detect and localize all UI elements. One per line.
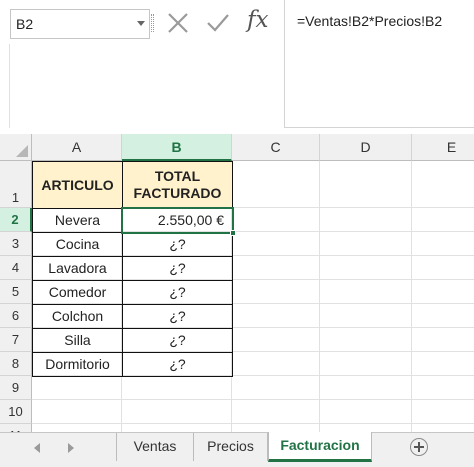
- grid-cell[interactable]: [122, 424, 232, 432]
- formula-bar-area: B2 fx =Ventas!B2*Precios!B2: [0, 0, 474, 134]
- grid-cell[interactable]: [320, 280, 412, 304]
- sheet-tab-facturacion[interactable]: Facturacion: [268, 432, 372, 462]
- sheet-tab-bar: Ventas Precios Facturacion: [0, 432, 474, 467]
- cell-total-facturado[interactable]: ¿?: [122, 280, 233, 305]
- formula-text: =Ventas!B2*Precios!B2: [297, 13, 443, 29]
- cell-articulo[interactable]: Lavadora: [32, 256, 123, 281]
- grid-cell[interactable]: [32, 424, 122, 432]
- grid-cell[interactable]: [412, 161, 474, 208]
- grid-cell[interactable]: [320, 256, 412, 280]
- row-header-3[interactable]: 3: [0, 232, 32, 256]
- grid-cell[interactable]: [412, 400, 474, 424]
- name-box[interactable]: B2: [10, 9, 150, 39]
- grid-cell[interactable]: [320, 208, 412, 232]
- header-total-line2: FACTURADO: [133, 185, 222, 201]
- grid-cell[interactable]: [320, 376, 412, 400]
- grid-cell[interactable]: [320, 424, 412, 432]
- grid-cell[interactable]: [320, 328, 412, 352]
- row-header-11[interactable]: 11: [0, 424, 32, 432]
- column-header-d[interactable]: D: [320, 134, 412, 161]
- header-cell-articulo[interactable]: ARTICULO: [32, 161, 123, 209]
- resize-grip-icon[interactable]: [151, 14, 154, 32]
- grid-cell[interactable]: [320, 400, 412, 424]
- column-header-c[interactable]: C: [232, 134, 320, 161]
- grid-cell[interactable]: [32, 376, 122, 400]
- left-margin-strip: [0, 44, 10, 128]
- formula-input[interactable]: =Ventas!B2*Precios!B2: [284, 0, 474, 128]
- grid-cell[interactable]: [232, 424, 320, 432]
- row-header-7[interactable]: 7: [0, 328, 32, 352]
- cell-articulo[interactable]: Nevera: [32, 208, 123, 233]
- grid-cell[interactable]: [320, 304, 412, 328]
- next-sheet-icon[interactable]: [68, 443, 74, 453]
- add-sheet-icon[interactable]: [410, 438, 428, 456]
- grid-cell[interactable]: [412, 280, 474, 304]
- cell-articulo[interactable]: Cocina: [32, 232, 123, 257]
- row-header-4[interactable]: 4: [0, 256, 32, 280]
- grid-cell[interactable]: [122, 400, 232, 424]
- select-all-triangle-icon: [16, 145, 28, 157]
- sheet-tab-precios[interactable]: Precios: [194, 433, 268, 461]
- grid-cell[interactable]: [232, 280, 320, 304]
- grid-cell[interactable]: [232, 161, 320, 208]
- row-header-1[interactable]: 1: [0, 161, 32, 208]
- select-all-button[interactable]: [0, 134, 32, 161]
- cell-articulo[interactable]: Dormitorio: [32, 352, 123, 377]
- grid-cell[interactable]: [412, 376, 474, 400]
- grid-cell[interactable]: [412, 208, 474, 232]
- grid-cell[interactable]: [232, 400, 320, 424]
- cell-articulo[interactable]: Colchon: [32, 304, 123, 329]
- grid-cell[interactable]: [232, 232, 320, 256]
- insert-function-icon[interactable]: fx: [242, 7, 276, 39]
- column-header-e[interactable]: E: [412, 134, 474, 161]
- grid-cell[interactable]: [412, 232, 474, 256]
- cell-total-facturado[interactable]: ¿?: [122, 328, 233, 353]
- grid-cell[interactable]: [232, 256, 320, 280]
- row-header-8[interactable]: 8: [0, 352, 32, 376]
- grid-cell[interactable]: [232, 328, 320, 352]
- cell-total-facturado[interactable]: ¿?: [122, 352, 233, 377]
- previous-sheet-icon[interactable]: [34, 443, 40, 453]
- cancel-icon[interactable]: [164, 9, 192, 37]
- name-box-dropdown-icon[interactable]: [137, 21, 145, 26]
- grid-cell[interactable]: [32, 400, 122, 424]
- grid-cell[interactable]: [412, 304, 474, 328]
- grid-cell[interactable]: [122, 376, 232, 400]
- row-header-9[interactable]: 9: [0, 376, 32, 400]
- cell-total-facturado[interactable]: ¿?: [122, 232, 233, 257]
- cell-articulo[interactable]: Comedor: [32, 280, 123, 305]
- header-cell-total-facturado[interactable]: TOTAL FACTURADO: [122, 161, 233, 209]
- name-box-value: B2: [16, 16, 34, 32]
- grid-cell[interactable]: [232, 376, 320, 400]
- grid-cell[interactable]: [412, 256, 474, 280]
- row-header-10[interactable]: 10: [0, 400, 32, 424]
- column-header-b[interactable]: B: [122, 134, 232, 161]
- fx-label: fx: [247, 7, 269, 33]
- cell-total-facturado[interactable]: ¿?: [122, 304, 233, 329]
- row-header-5[interactable]: 5: [0, 280, 32, 304]
- formula-buttons: fx: [158, 0, 284, 44]
- grid-cell[interactable]: [412, 424, 474, 432]
- cell-total-facturado[interactable]: ¿?: [122, 256, 233, 281]
- fill-handle[interactable]: [230, 230, 236, 236]
- grid-cell[interactable]: [232, 208, 320, 232]
- cell-articulo[interactable]: Silla: [32, 328, 123, 353]
- grid-cell[interactable]: [412, 352, 474, 376]
- row-header-2[interactable]: 2: [0, 208, 32, 232]
- grid-cell[interactable]: [320, 352, 412, 376]
- grid-cell[interactable]: [320, 232, 412, 256]
- column-header-a[interactable]: A: [32, 134, 122, 161]
- cell-total-facturado[interactable]: 2.550,00 €: [122, 208, 233, 233]
- grid-cell[interactable]: [232, 304, 320, 328]
- check-icon[interactable]: [204, 9, 232, 37]
- worksheet-grid[interactable]: ABCDE 1234567891011 ARTICULOTOTALFACTURA…: [0, 134, 474, 432]
- grid-cell[interactable]: [232, 352, 320, 376]
- row-header-6[interactable]: 6: [0, 304, 32, 328]
- sheet-tab-ventas[interactable]: Ventas: [116, 433, 194, 461]
- grid-cell[interactable]: [320, 161, 412, 208]
- header-total-line1: TOTAL: [154, 168, 201, 184]
- grid-cell[interactable]: [412, 328, 474, 352]
